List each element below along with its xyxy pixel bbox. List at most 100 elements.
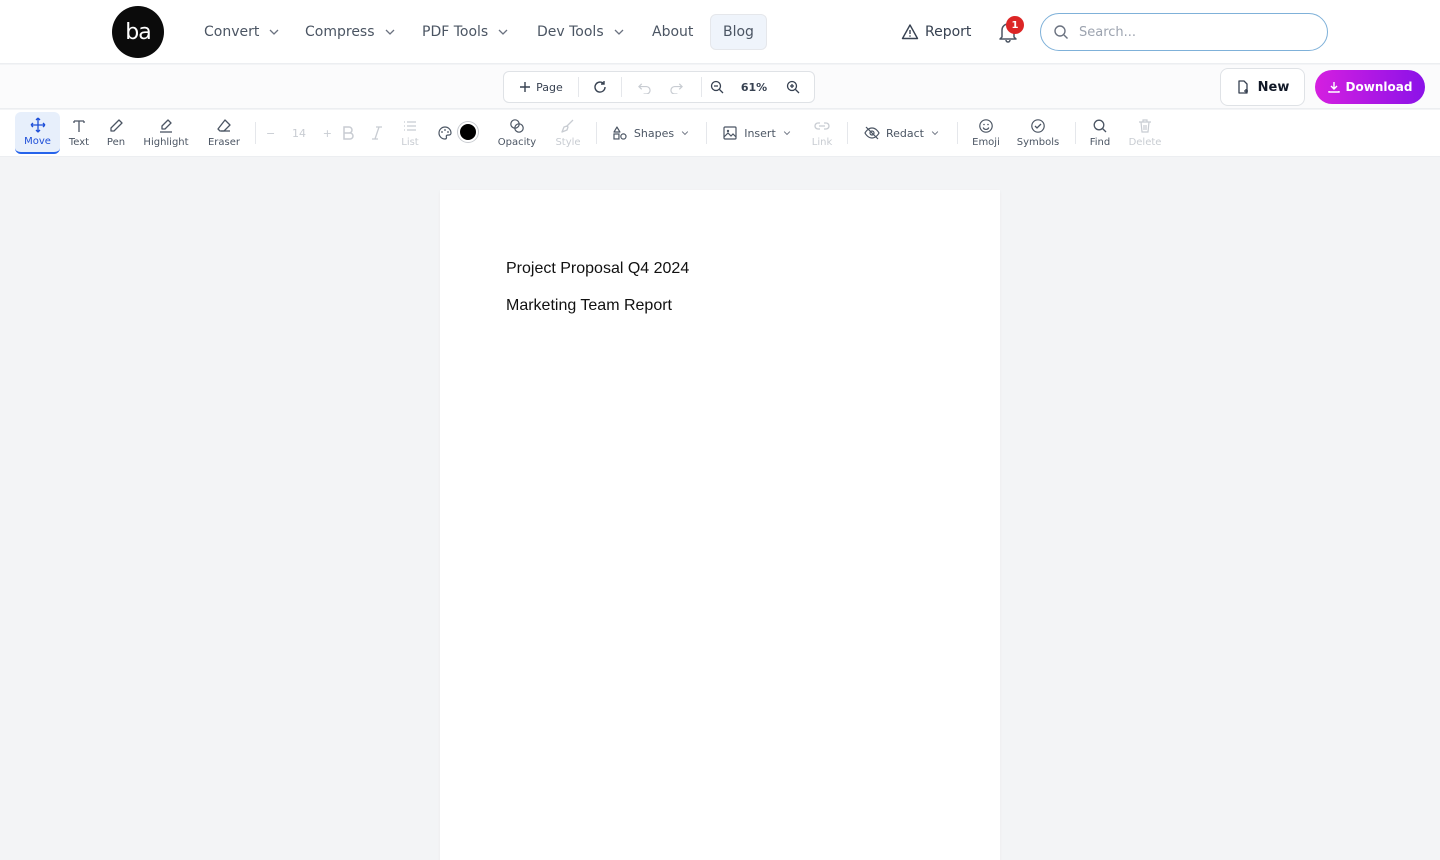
- link-label: Link: [811, 137, 833, 148]
- nav-about[interactable]: About: [652, 14, 693, 50]
- tool-highlight[interactable]: Highlight: [140, 112, 192, 154]
- tool-style[interactable]: Style: [551, 112, 585, 154]
- zoom-in-button[interactable]: [776, 72, 810, 102]
- move-icon: [30, 117, 45, 133]
- tool-eraser[interactable]: Eraser: [203, 112, 245, 154]
- undo-button[interactable]: [622, 72, 666, 102]
- search-icon: [1054, 25, 1068, 39]
- notification-badge: 1: [1006, 16, 1024, 34]
- tool-emoji[interactable]: Emoji: [969, 112, 1003, 154]
- document-text-line[interactable]: Project Proposal Q4 2024: [506, 260, 689, 278]
- font-size-decrease[interactable]: −: [266, 127, 275, 140]
- rotate-button[interactable]: [579, 72, 621, 102]
- nav-blog[interactable]: Blog: [710, 14, 767, 50]
- eye-off-icon: [864, 126, 880, 140]
- delete-label: Delete: [1128, 137, 1162, 148]
- insert-dropdown[interactable]: Insert: [722, 112, 792, 154]
- separator: [847, 122, 848, 144]
- font-size-increase[interactable]: +: [323, 127, 332, 140]
- list-icon: [404, 121, 416, 131]
- tool-link[interactable]: Link: [808, 112, 836, 154]
- zoom-in-icon: [786, 80, 800, 94]
- eraser-icon: [217, 119, 231, 132]
- tool-pen[interactable]: Pen: [101, 112, 131, 154]
- highlight-icon: [160, 119, 172, 133]
- current-color-swatch[interactable]: [458, 122, 478, 142]
- tool-eraser-label: Eraser: [207, 137, 241, 148]
- nav-convert-label: Convert: [204, 24, 260, 40]
- plus-icon: [520, 82, 531, 92]
- separator: [596, 122, 597, 144]
- italic-button[interactable]: [368, 112, 386, 154]
- nav-compress[interactable]: Compress: [305, 14, 397, 50]
- tool-text-label: Text: [68, 137, 90, 148]
- tool-highlight-label: Highlight: [143, 137, 189, 148]
- separator: [957, 122, 958, 144]
- document-page[interactable]: Project Proposal Q4 2024 Marketing Team …: [440, 190, 1000, 860]
- logo-text: ba: [125, 19, 151, 45]
- tool-find[interactable]: Find: [1086, 112, 1114, 154]
- nav-pdf-tools[interactable]: PDF Tools: [422, 14, 510, 50]
- chevron-down-icon: [385, 29, 394, 35]
- pen-icon: [110, 119, 123, 132]
- edit-toolbar: Move Text Pen Highlight Eraser − 14 + Li…: [0, 110, 1440, 157]
- brush-icon: [561, 119, 574, 133]
- image-icon: [723, 126, 737, 140]
- top-navbar: ba Convert Compress PDF Tools Dev Tools …: [0, 0, 1440, 64]
- document-text-line[interactable]: Marketing Team Report: [506, 297, 672, 315]
- search-icon: [1093, 119, 1107, 133]
- redact-label: Redact: [885, 126, 924, 140]
- emoji-icon: [979, 119, 993, 133]
- page-controls: Page 61%: [503, 71, 815, 103]
- zoom-level: 61%: [740, 80, 768, 94]
- zoom-out-button[interactable]: [702, 72, 732, 102]
- report-button[interactable]: Report: [901, 14, 971, 50]
- chevron-down-icon: [931, 131, 939, 136]
- insert-label: Insert: [744, 126, 776, 140]
- separator: [255, 122, 256, 144]
- list-label: List: [401, 137, 419, 148]
- nav-blog-label: Blog: [723, 24, 754, 40]
- nav-dev-tools[interactable]: Dev Tools: [537, 14, 626, 50]
- search-input[interactable]: [1079, 24, 1299, 40]
- chevron-down-icon: [269, 29, 279, 35]
- shapes-label: Shapes: [633, 126, 675, 140]
- list-button[interactable]: List: [396, 112, 424, 154]
- chevron-down-icon: [783, 131, 790, 136]
- tool-opacity[interactable]: Opacity: [493, 112, 541, 154]
- nav-pdf-tools-label: PDF Tools: [422, 24, 489, 40]
- italic-icon: [372, 126, 382, 140]
- tool-move[interactable]: Move: [15, 112, 60, 154]
- redact-dropdown[interactable]: Redact: [863, 112, 941, 154]
- palette-icon: [438, 126, 452, 140]
- tool-move-label: Move: [24, 136, 51, 147]
- tool-text[interactable]: Text: [64, 112, 94, 154]
- color-picker-button[interactable]: [436, 112, 454, 154]
- add-page-button[interactable]: Page: [504, 72, 578, 102]
- check-circle-icon: [1031, 119, 1045, 133]
- new-button[interactable]: New: [1220, 68, 1305, 106]
- redo-icon: [669, 82, 683, 94]
- bold-button[interactable]: [339, 112, 357, 154]
- font-size-control[interactable]: − 14 +: [266, 112, 332, 154]
- nav-about-label: About: [652, 24, 694, 40]
- add-page-label: Page: [536, 80, 563, 94]
- symbols-label: Symbols: [1016, 137, 1060, 148]
- tool-pen-label: Pen: [106, 137, 126, 148]
- redo-button[interactable]: [666, 72, 686, 102]
- nav-convert[interactable]: Convert: [204, 14, 281, 50]
- download-button[interactable]: Download: [1315, 70, 1425, 104]
- logo[interactable]: ba: [112, 6, 164, 58]
- undo-icon: [637, 82, 651, 94]
- tool-symbols[interactable]: Symbols: [1015, 112, 1061, 154]
- link-icon: [814, 122, 830, 130]
- report-label: Report: [925, 24, 972, 40]
- opacity-label: Opacity: [497, 137, 537, 148]
- chevron-down-icon: [614, 29, 624, 35]
- shapes-dropdown[interactable]: Shapes: [612, 112, 690, 154]
- search-box: [1040, 13, 1328, 51]
- tool-delete[interactable]: Delete: [1126, 112, 1164, 154]
- find-label: Find: [1089, 137, 1111, 148]
- warning-icon: [901, 24, 919, 40]
